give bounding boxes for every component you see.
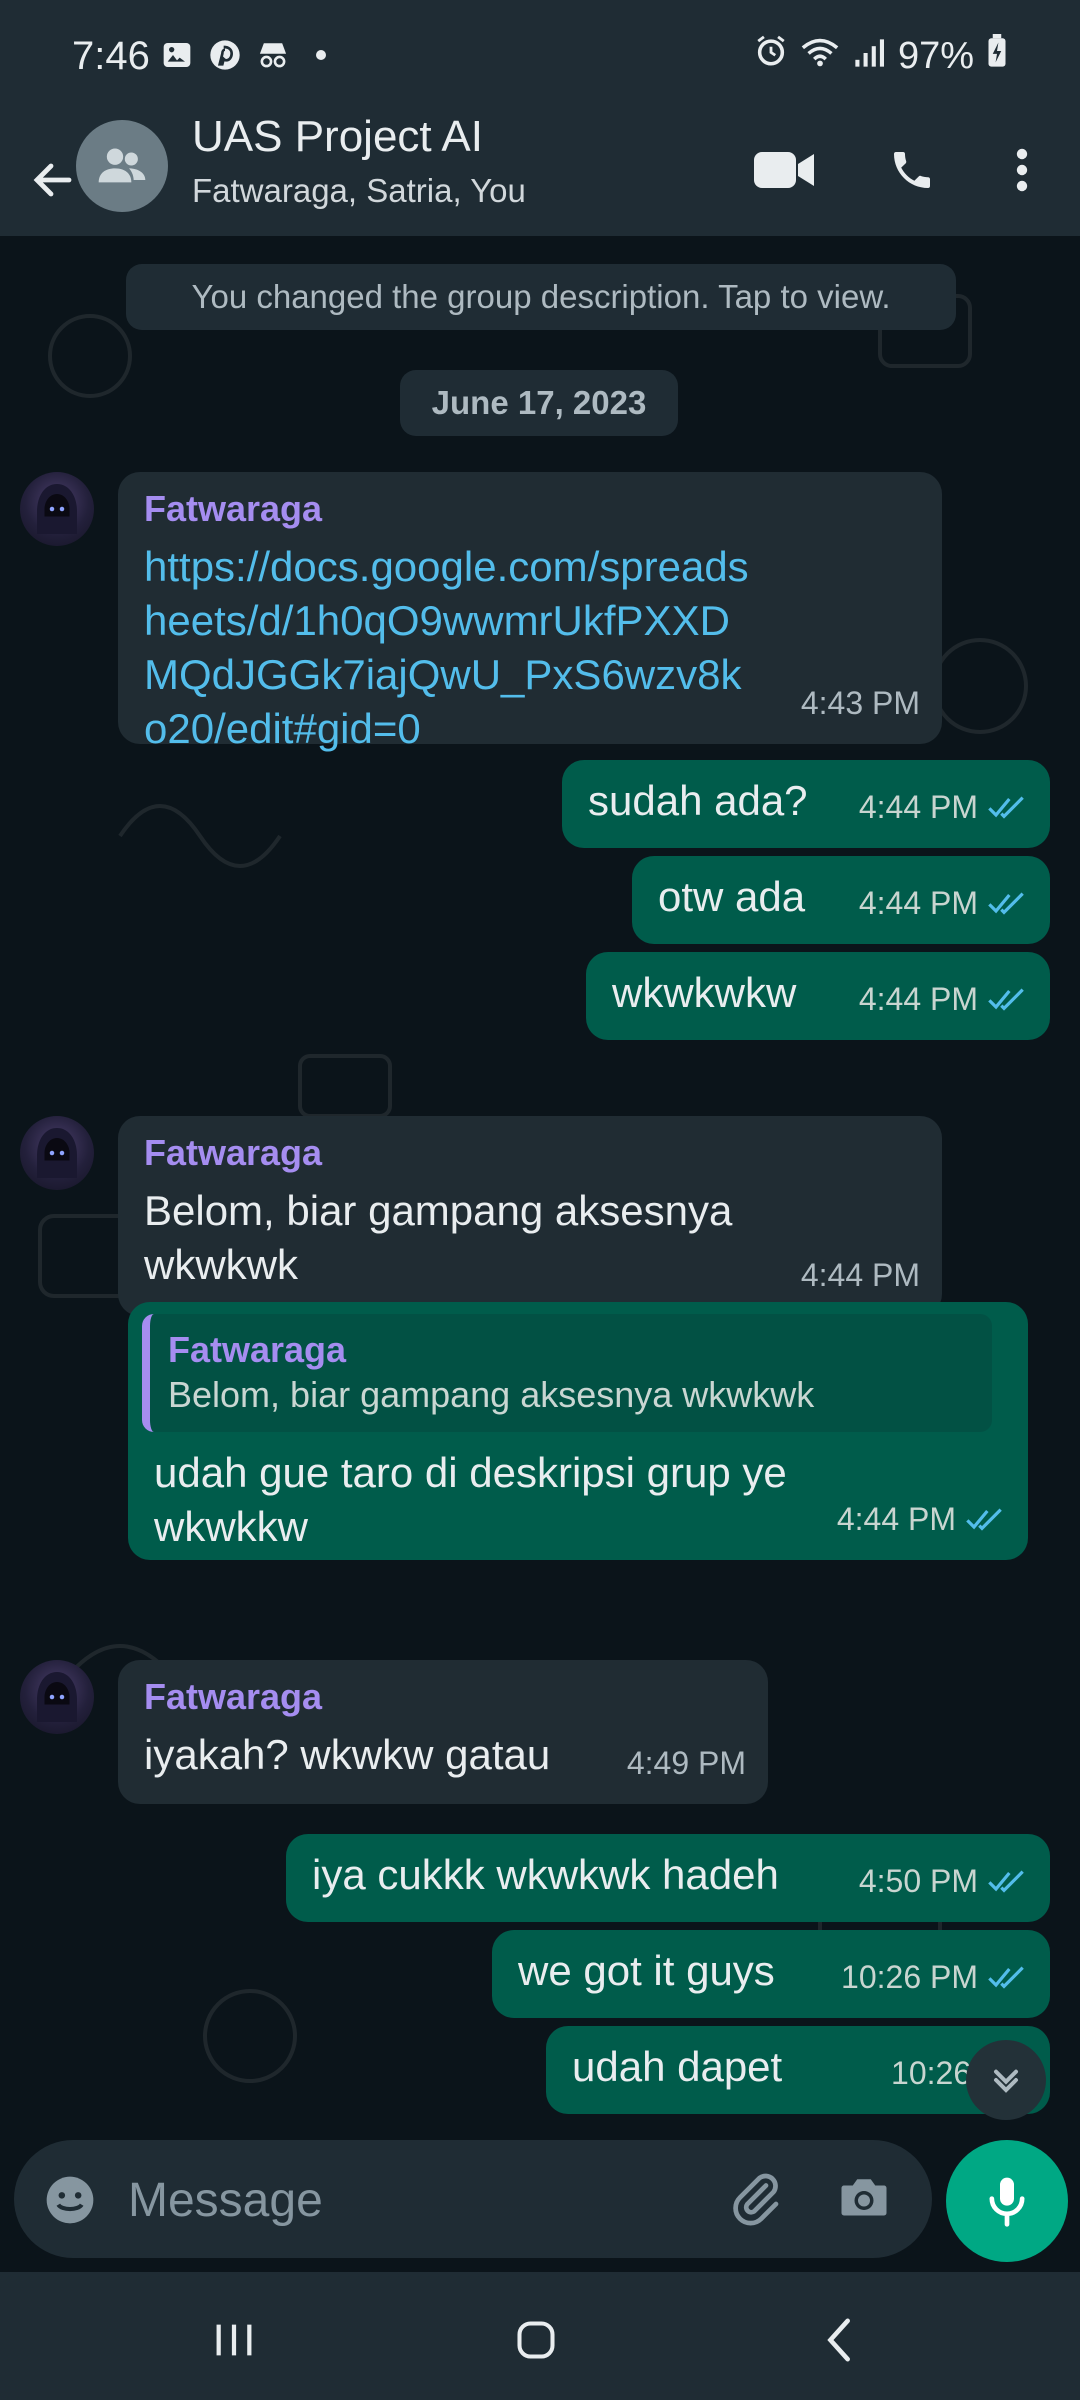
message-bubble-incoming[interactable]: Fatwaraga https://docs.google.com/spread… bbox=[118, 472, 942, 752]
message-text: otw ada bbox=[658, 873, 806, 920]
sender-avatar[interactable] bbox=[20, 472, 94, 546]
chat-area[interactable]: You changed the group description. Tap t… bbox=[0, 236, 1080, 2136]
message-text: udah gue taro di deskripsi grup ye wkwkk… bbox=[154, 1449, 787, 1550]
read-receipt-icon bbox=[988, 988, 1024, 1011]
message-time: 4:44 PM bbox=[800, 1257, 920, 1293]
recent-apps-button[interactable] bbox=[194, 2310, 274, 2370]
camera-button[interactable] bbox=[834, 2168, 894, 2233]
status-bar: 7:46 97% bbox=[0, 0, 1080, 120]
message-bubble-outgoing[interactable]: sudah ada? 4:44 PM bbox=[562, 760, 1050, 848]
read-receipt-icon bbox=[988, 1870, 1024, 1893]
message-text: sudah ada? bbox=[588, 777, 808, 824]
status-time: 7:46 bbox=[72, 34, 150, 78]
group-title[interactable]: UAS Project AI bbox=[192, 112, 483, 162]
dot-indicator-icon bbox=[304, 38, 338, 72]
message-time: 10:26 PM bbox=[841, 1959, 978, 1995]
recents-icon bbox=[216, 2324, 252, 2356]
message-bubble-outgoing-reply[interactable]: Fatwaraga Belom, biar gampang aksesnya w… bbox=[128, 1302, 1028, 1560]
message-time: 4:44 PM bbox=[858, 981, 978, 1017]
group-avatar[interactable] bbox=[76, 120, 168, 212]
read-receipt-icon bbox=[988, 892, 1024, 915]
quoted-text: Belom, biar gampang aksesnya wkwkwk bbox=[168, 1374, 815, 1415]
quoted-sender: Fatwaraga bbox=[168, 1329, 347, 1370]
message-text: iya cukkk wkwkwk hadeh bbox=[312, 1851, 779, 1898]
video-camera-icon bbox=[754, 152, 814, 188]
message-link[interactable]: https://docs.google.com/spreadsheets/d/1… bbox=[144, 540, 764, 756]
more-vertical-icon bbox=[1016, 148, 1028, 192]
battery-percent: 97% bbox=[897, 34, 974, 77]
message-bubble-outgoing[interactable]: iya cukkk wkwkwk hadeh 4:50 PM bbox=[286, 1834, 1050, 1922]
read-receipt-icon bbox=[988, 796, 1024, 819]
read-receipt-icon bbox=[988, 1966, 1024, 1989]
emoji-icon bbox=[46, 2176, 94, 2224]
message-bubble-outgoing[interactable]: otw ada 4:44 PM bbox=[632, 856, 1050, 944]
group-members[interactable]: Fatwaraga, Satria, You bbox=[192, 172, 526, 210]
sender-name[interactable]: Fatwaraga bbox=[144, 1674, 744, 1720]
message-time: 4:49 PM bbox=[626, 1745, 746, 1781]
sender-avatar[interactable] bbox=[20, 1116, 94, 1190]
incognito-notification-icon bbox=[256, 38, 290, 72]
pinterest-notification-icon bbox=[208, 38, 242, 72]
home-icon bbox=[517, 2321, 555, 2359]
emoji-button[interactable] bbox=[42, 2172, 98, 2233]
message-bubble-incoming[interactable]: Fatwaraga Belom, biar gampang aksesnya w… bbox=[118, 1116, 942, 1316]
sender-avatar[interactable] bbox=[20, 1660, 94, 1734]
paperclip-icon bbox=[733, 2173, 779, 2226]
read-receipt-icon bbox=[966, 1508, 1002, 1531]
chevron-double-down-icon bbox=[994, 2069, 1018, 2093]
home-button[interactable] bbox=[496, 2310, 576, 2370]
voice-call-button[interactable] bbox=[872, 130, 952, 210]
message-text: Belom, biar gampang aksesnya wkwkwk bbox=[144, 1187, 733, 1288]
back-nav-button[interactable] bbox=[800, 2310, 880, 2370]
message-bubble-outgoing[interactable]: we got it guys 10:26 PM bbox=[492, 1930, 1050, 2018]
scroll-to-bottom-button[interactable] bbox=[966, 2040, 1046, 2120]
hooded-figure-icon bbox=[37, 1128, 77, 1178]
sender-name[interactable]: Fatwaraga bbox=[144, 1130, 918, 1176]
message-text: udah dapet bbox=[572, 2043, 783, 2090]
notification-icons bbox=[160, 38, 338, 72]
system-status-icons: 97% bbox=[754, 34, 1008, 78]
alarm-icon bbox=[754, 34, 788, 78]
wifi-icon bbox=[800, 35, 840, 78]
gallery-notification-icon bbox=[160, 38, 194, 72]
message-time: 4:44 PM bbox=[858, 885, 978, 921]
arrow-left-icon bbox=[33, 163, 72, 197]
message-time: 4:44 PM bbox=[858, 789, 978, 825]
more-options-button[interactable] bbox=[982, 130, 1062, 210]
message-composer bbox=[14, 2140, 932, 2258]
chevron-left-icon bbox=[827, 2318, 850, 2362]
battery-charging-icon bbox=[986, 34, 1008, 78]
message-bubble-incoming[interactable]: Fatwaraga iyakah? wkwkw gatau 4:49 PM bbox=[118, 1660, 768, 1804]
phone-icon bbox=[894, 152, 930, 188]
message-input[interactable] bbox=[126, 2164, 710, 2236]
microphone-icon bbox=[989, 2177, 1025, 2227]
system-message[interactable]: You changed the group description. Tap t… bbox=[126, 264, 956, 330]
quoted-message[interactable]: Fatwaraga Belom, biar gampang aksesnya w… bbox=[142, 1314, 992, 1432]
message-text: we got it guys bbox=[518, 1947, 775, 1994]
camera-icon bbox=[841, 2179, 887, 2216]
chat-header: UAS Project AI Fatwaraga, Satria, You bbox=[0, 112, 1080, 236]
message-bubble-outgoing[interactable]: wkwkwkw 4:44 PM bbox=[586, 952, 1050, 1040]
signal-icon bbox=[852, 35, 886, 78]
system-navigation-bar bbox=[0, 2272, 1080, 2400]
voice-message-button[interactable] bbox=[946, 2140, 1068, 2262]
hooded-figure-icon bbox=[37, 484, 77, 534]
message-text: wkwkwkw bbox=[612, 969, 797, 1016]
video-call-button[interactable] bbox=[744, 130, 824, 210]
group-icon bbox=[98, 148, 146, 183]
sender-name[interactable]: Fatwaraga bbox=[144, 486, 918, 532]
message-time: 4:50 PM bbox=[858, 1863, 978, 1899]
message-time: 4:44 PM bbox=[836, 1501, 956, 1537]
hooded-figure-icon bbox=[37, 1672, 77, 1722]
message-time: 4:43 PM bbox=[800, 685, 920, 721]
attach-button[interactable] bbox=[726, 2168, 786, 2233]
date-divider: June 17, 2023 bbox=[400, 370, 678, 436]
